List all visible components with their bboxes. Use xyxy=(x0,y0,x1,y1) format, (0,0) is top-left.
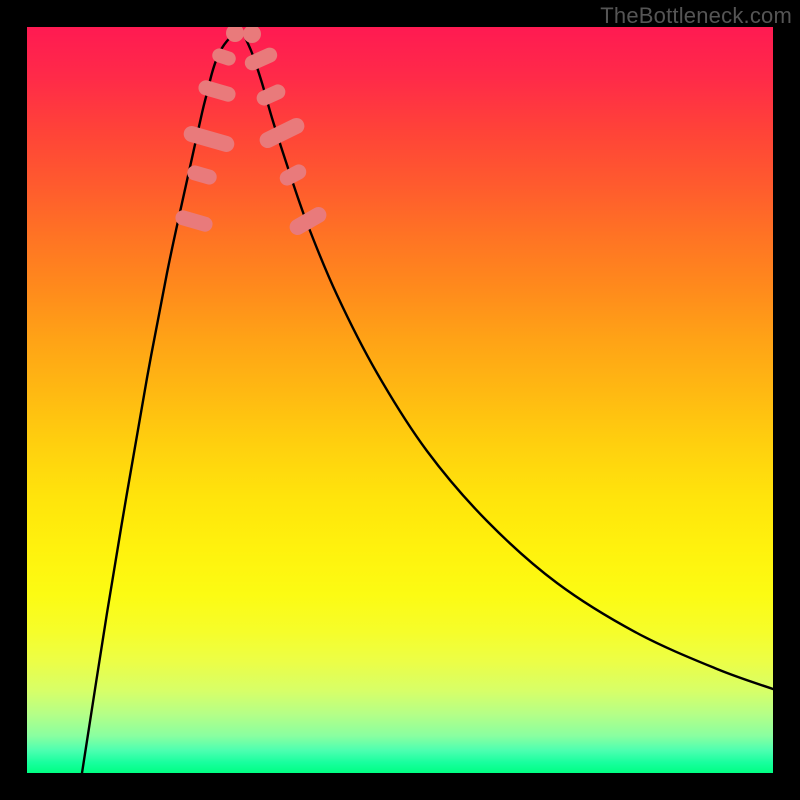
marker xyxy=(242,45,279,73)
curve-right xyxy=(242,31,773,689)
plot-area xyxy=(27,27,773,773)
marker-pill xyxy=(174,209,215,234)
marker-pill xyxy=(257,115,307,150)
marker xyxy=(257,115,307,150)
chart-svg xyxy=(27,27,773,773)
marker-pill xyxy=(287,204,330,238)
marker xyxy=(182,124,236,154)
chart-frame: TheBottleneck.com xyxy=(0,0,800,800)
marker xyxy=(174,209,215,234)
markers-group xyxy=(174,27,330,238)
marker-pill xyxy=(186,164,219,187)
marker xyxy=(287,204,330,238)
marker-pill xyxy=(182,124,236,154)
marker xyxy=(197,79,238,104)
marker xyxy=(186,164,219,187)
marker-pill xyxy=(197,79,238,104)
marker-pill xyxy=(254,82,288,108)
marker xyxy=(254,82,288,108)
marker-pill xyxy=(242,45,279,73)
watermark-text: TheBottleneck.com xyxy=(600,3,792,29)
